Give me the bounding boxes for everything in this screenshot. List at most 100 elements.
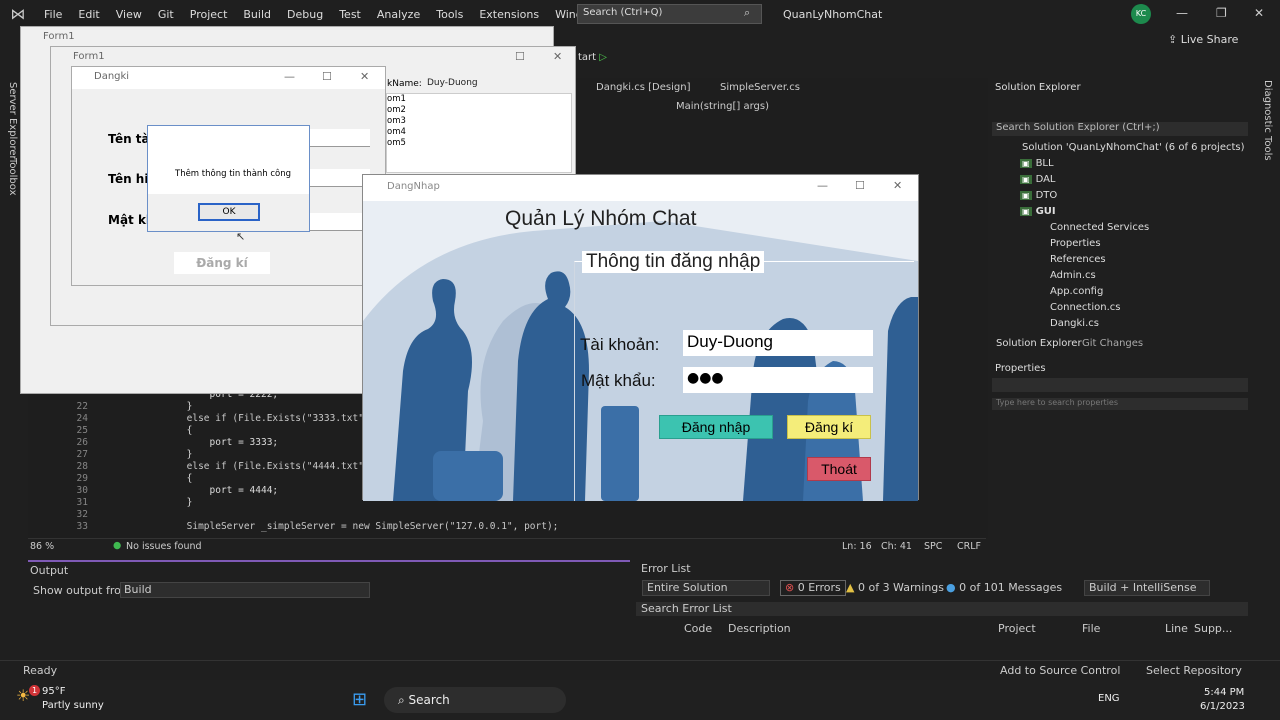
- code-line[interactable]: 32: [28, 509, 588, 521]
- search-icon[interactable]: ⌕: [744, 6, 750, 20]
- tab-dangki-design[interactable]: Dangki.cs [Design]: [596, 82, 690, 93]
- clock-date[interactable]: 6/1/2023: [1200, 701, 1245, 712]
- menu-debug[interactable]: Debug: [279, 8, 331, 21]
- ok-button[interactable]: OK: [198, 203, 260, 221]
- menu-git[interactable]: Git: [150, 8, 182, 21]
- code-text: port = 3333;: [118, 437, 279, 448]
- col-line[interactable]: Line: [1165, 622, 1188, 635]
- project-gui[interactable]: ▣ GUI: [1020, 206, 1056, 217]
- tab-solution-explorer[interactable]: Solution Explorer: [996, 338, 1082, 349]
- error-scope-select[interactable]: Entire Solution: [642, 580, 770, 596]
- properties-search-input[interactable]: Type here to search properties: [992, 398, 1248, 410]
- output-source-select[interactable]: Build: [120, 582, 370, 598]
- method-navigator[interactable]: Main(string[] args): [676, 101, 769, 112]
- live-share-button[interactable]: ⇪ Live Share: [1168, 33, 1238, 46]
- admin-cs-node[interactable]: Admin.cs: [1050, 270, 1096, 281]
- password-input[interactable]: [310, 213, 370, 231]
- menu-analyze[interactable]: Analyze: [369, 8, 428, 21]
- dangnhap-maximize-icon[interactable]: ☐: [855, 179, 865, 192]
- server-explorer-tab[interactable]: Server Explorer: [7, 82, 18, 160]
- form1-close-icon[interactable]: ✕: [553, 50, 562, 63]
- menu-tools[interactable]: Tools: [428, 8, 471, 21]
- line-number: 33: [76, 521, 88, 532]
- menu-extensions[interactable]: Extensions: [471, 8, 547, 21]
- solution-node[interactable]: Solution 'QuanLyNhomChat' (6 of 6 projec…: [1022, 142, 1245, 153]
- fullname-input[interactable]: [310, 169, 370, 187]
- register-button[interactable]: Đăng kí: [174, 252, 270, 274]
- errors-filter-button[interactable]: ⊗ 0 Errors: [780, 580, 846, 596]
- dangnhap-minimize-icon[interactable]: —: [817, 179, 828, 192]
- dangki-maximize-icon[interactable]: ☐: [322, 70, 332, 83]
- col-code[interactable]: Code: [684, 622, 712, 635]
- search-input[interactable]: Search (Ctrl+Q): [577, 4, 762, 24]
- restore-icon[interactable]: ❐: [1216, 6, 1227, 20]
- register-button[interactable]: Đăng kí: [787, 415, 871, 439]
- connected-services-node[interactable]: Connected Services: [1050, 222, 1149, 233]
- solution-search-input[interactable]: Search Solution Explorer (Ctrl+;): [992, 122, 1248, 136]
- diagnostic-tools-tab[interactable]: Diagnostic Tools: [1262, 80, 1273, 161]
- menu-project[interactable]: Project: [182, 8, 236, 21]
- taskbar-search[interactable]: ⌕ Search: [384, 687, 566, 713]
- project-bll[interactable]: ▣ BLL: [1020, 158, 1054, 169]
- close-icon[interactable]: ✕: [1254, 6, 1264, 20]
- list-item[interactable]: om2: [387, 105, 571, 116]
- solution-explorer-panel: Solution Explorer Search Solution Explor…: [992, 78, 1252, 354]
- form1-maximize-icon[interactable]: ☐: [515, 50, 525, 63]
- menu-build[interactable]: Build: [235, 8, 279, 21]
- login-button[interactable]: Đăng nhập: [659, 415, 773, 439]
- username-input[interactable]: Duy-Duong: [683, 330, 873, 356]
- username-input[interactable]: [310, 129, 370, 147]
- menu-view[interactable]: View: [108, 8, 150, 21]
- properties-node[interactable]: Properties: [1050, 238, 1101, 249]
- dangki-minimize-icon[interactable]: —: [284, 70, 295, 83]
- minimize-icon[interactable]: —: [1176, 6, 1188, 20]
- properties-object-select[interactable]: [992, 378, 1248, 392]
- issues-status[interactable]: No issues found: [126, 541, 202, 552]
- language-indicator[interactable]: ENG: [1098, 693, 1120, 704]
- dangki-cs-node[interactable]: Dangki.cs: [1050, 318, 1099, 329]
- avatar[interactable]: KC: [1131, 4, 1151, 24]
- add-source-control-button[interactable]: Add to Source Control: [1000, 664, 1120, 677]
- messages-filter-button[interactable]: ● 0 of 101 Messages: [946, 581, 1062, 594]
- spc-indicator[interactable]: SPC: [924, 541, 942, 552]
- tab-git-changes[interactable]: Git Changes: [1082, 338, 1143, 349]
- app-config-node[interactable]: App.config: [1050, 286, 1103, 297]
- start-button[interactable]: tart ▷: [578, 52, 607, 63]
- references-node[interactable]: References: [1050, 254, 1106, 265]
- password-input[interactable]: ●●●: [683, 367, 873, 393]
- crlf-indicator[interactable]: CRLF: [957, 541, 981, 552]
- project-dal[interactable]: ▣ DAL: [1020, 174, 1056, 185]
- code-text: SimpleServer _simpleServer = new SimpleS…: [118, 521, 559, 532]
- zoom-level[interactable]: 86 %: [30, 541, 54, 552]
- col-project[interactable]: Project: [998, 622, 1036, 635]
- list-item[interactable]: om4: [387, 127, 571, 138]
- col-description[interactable]: Description: [728, 622, 791, 635]
- error-search-input[interactable]: Search Error List: [636, 602, 1248, 616]
- clock-time[interactable]: 5:44 PM: [1204, 687, 1244, 698]
- list-item[interactable]: om1: [387, 94, 571, 105]
- project-dto[interactable]: ▣ DTO: [1020, 190, 1057, 201]
- status-bar: Ready Add to Source Control Select Repos…: [0, 660, 1280, 680]
- build-filter-select[interactable]: Build + IntelliSense: [1084, 580, 1210, 596]
- col-file[interactable]: File: [1082, 622, 1100, 635]
- dangki-close-icon[interactable]: ✕: [360, 70, 369, 83]
- toolbox-tab[interactable]: Toolbox: [7, 158, 18, 196]
- exit-button[interactable]: Thoát: [807, 457, 871, 481]
- line-number: 22: [76, 401, 88, 412]
- start-icon[interactable]: ⊞: [352, 689, 367, 710]
- menu-file[interactable]: File: [36, 8, 70, 21]
- menu-test[interactable]: Test: [331, 8, 369, 21]
- list-item[interactable]: om3: [387, 116, 571, 127]
- select-repository-button[interactable]: Select Repository: [1146, 664, 1242, 677]
- room-list[interactable]: om1 om2 om3 om4 om5: [386, 93, 572, 173]
- code-line[interactable]: 33 SimpleServer _simpleServer = new Simp…: [28, 521, 588, 533]
- col-suppression[interactable]: Supp...: [1194, 622, 1232, 635]
- dangnhap-close-icon[interactable]: ✕: [893, 179, 902, 192]
- connection-cs-node[interactable]: Connection.cs: [1050, 302, 1120, 313]
- list-item[interactable]: om5: [387, 138, 571, 149]
- warnings-filter-button[interactable]: ▲ 0 of 3 Warnings: [846, 581, 944, 594]
- properties-title: Properties: [995, 363, 1046, 374]
- menu-edit[interactable]: Edit: [70, 8, 107, 21]
- tab-simpleserver[interactable]: SimpleServer.cs: [720, 82, 800, 93]
